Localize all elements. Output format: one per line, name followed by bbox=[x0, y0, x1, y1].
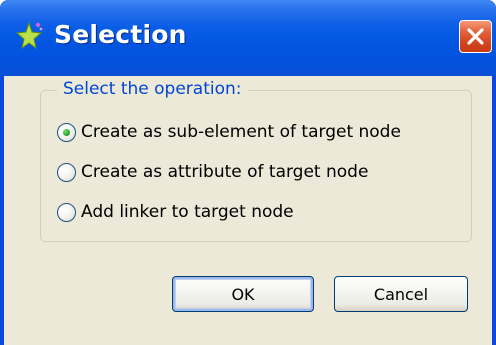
radio-create-sub-element[interactable]: Create as sub-element of target node bbox=[57, 119, 401, 145]
radio-add-linker[interactable]: Add linker to target node bbox=[57, 199, 294, 225]
ok-button[interactable]: OK bbox=[172, 276, 314, 312]
close-x-icon bbox=[467, 28, 484, 45]
operation-group: Select the operation: Create as sub-elem… bbox=[40, 79, 472, 242]
cancel-button-label: Cancel bbox=[373, 284, 429, 304]
radio-label: Create as attribute of target node bbox=[81, 162, 369, 182]
radio-create-attribute[interactable]: Create as attribute of target node bbox=[57, 159, 368, 185]
close-button[interactable] bbox=[459, 20, 492, 53]
window-title: Selection bbox=[54, 20, 187, 49]
star-sparkle-icon bbox=[14, 20, 44, 50]
title-bar[interactable]: Selection bbox=[0, 0, 496, 76]
radio-button-selected[interactable] bbox=[57, 122, 76, 142]
radio-label: Add linker to target node bbox=[81, 202, 294, 222]
radio-label: Create as sub-element of target node bbox=[81, 122, 401, 142]
cancel-button[interactable]: Cancel bbox=[334, 276, 468, 312]
radio-button[interactable] bbox=[57, 202, 76, 222]
radio-button[interactable] bbox=[57, 162, 76, 182]
selection-dialog: Selection Select the operation: Create a… bbox=[0, 0, 496, 345]
dialog-body: Select the operation: Create as sub-elem… bbox=[4, 76, 492, 345]
ok-button-label: OK bbox=[231, 284, 255, 304]
radio-selected-dot bbox=[63, 128, 70, 136]
group-caption: Select the operation: bbox=[57, 79, 248, 99]
